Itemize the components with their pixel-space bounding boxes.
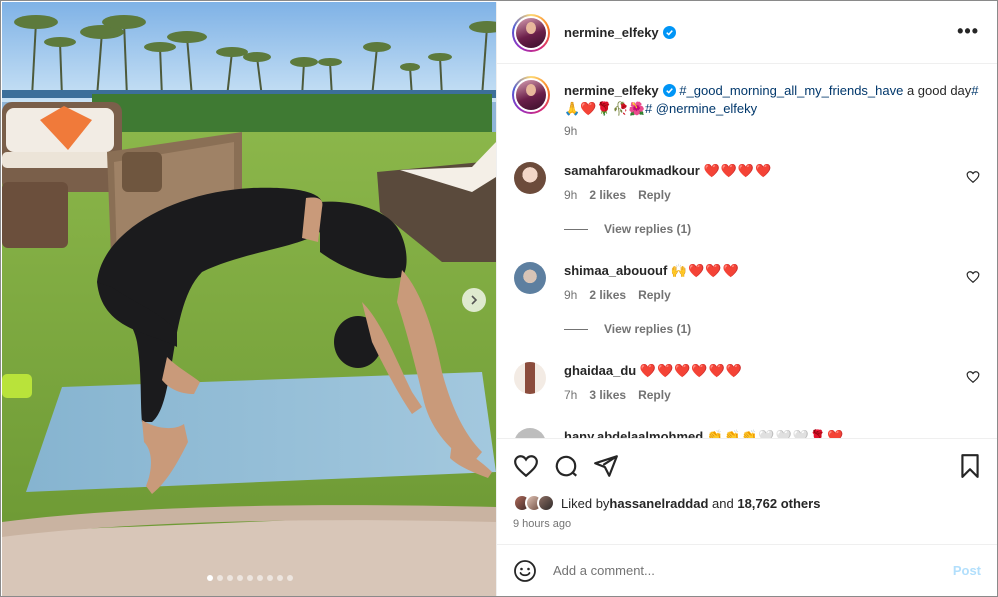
comment-text: ❤️❤️❤️❤️: [703, 163, 773, 178]
verified-badge-icon: [662, 26, 676, 39]
comment-time: 7h: [564, 388, 578, 402]
commenter-avatar[interactable]: [514, 262, 546, 294]
post-time-ago: 9 hours ago: [513, 518, 572, 530]
caption-mention[interactable]: @nermine_elfeky: [656, 101, 757, 116]
comment-text: 👏👏👏🤍🤍🤍🌹❤️: [706, 429, 845, 438]
verified-badge-icon: [662, 84, 676, 97]
caption-username[interactable]: nermine_elfeky: [564, 83, 659, 98]
caption-emojis: 🙏❤️🌹🥀🌺: [564, 101, 645, 116]
carousel-dot: [277, 575, 283, 581]
share-send-icon[interactable]: [593, 453, 619, 479]
chevron-right-icon: [471, 295, 478, 305]
caption-hashtag-3[interactable]: #: [645, 101, 652, 116]
commenter-username[interactable]: hany.abdelaalmohmed: [564, 429, 703, 438]
post-details-panel: nermine_elfeky ••• nermine_elfeky #_good…: [496, 2, 997, 596]
commenter-avatar[interactable]: [514, 162, 546, 194]
reply-button[interactable]: Reply: [638, 188, 671, 202]
comment-item: samahfaroukmadkour ❤️❤️❤️❤️ 9h 2 likes Rep…: [512, 162, 992, 262]
carousel-dot: [247, 575, 253, 581]
comment-time: 9h: [564, 288, 578, 302]
carousel-dot: [287, 575, 293, 581]
caption-text: nermine_elfeky #_good_morning_all_my_fri…: [564, 82, 984, 118]
view-replies-button[interactable]: View replies (1): [564, 322, 691, 336]
caption-hashtag[interactable]: #_good_morning_all_my_friends_have: [679, 83, 903, 98]
comment-text: ❤️❤️❤️❤️❤️❤️: [639, 363, 743, 378]
like-heart-icon[interactable]: [513, 453, 539, 479]
commenter-avatar[interactable]: [514, 428, 546, 438]
yoga-photo-image: [2, 2, 496, 596]
reply-button[interactable]: Reply: [638, 388, 671, 402]
carousel-dot: [217, 575, 223, 581]
carousel-indicator: [207, 575, 293, 581]
post-photo[interactable]: [2, 2, 496, 596]
emoji-smiley-icon[interactable]: [513, 559, 537, 583]
liked-by-others[interactable]: 18,762 others: [737, 496, 820, 511]
caption-body: a good day: [903, 83, 972, 98]
liked-by-user[interactable]: hassanelraddad: [609, 496, 708, 511]
comment-input[interactable]: [553, 563, 933, 578]
author-username[interactable]: nermine_elfeky: [564, 25, 676, 40]
comment-item: ghaidaa_du ❤️❤️❤️❤️❤️❤️ 7h 3 likes Reply: [512, 362, 992, 438]
comment-text: 🙌❤️❤️❤️: [670, 263, 740, 278]
likes-summary[interactable]: Liked by hassanelraddad and 18,762 other…: [513, 494, 820, 512]
commenter-username[interactable]: ghaidaa_du: [564, 363, 636, 378]
instagram-post-dialog: nermine_elfeky ••• nermine_elfeky #_good…: [0, 0, 998, 597]
caption-avatar[interactable]: [512, 76, 550, 114]
author-avatar[interactable]: [512, 13, 550, 52]
comment-item: shimaa_abououf 🙌❤️❤️❤️ 9h 2 likes Reply Vi…: [512, 262, 992, 362]
like-comment-heart-icon[interactable]: [966, 370, 980, 384]
comments-list[interactable]: nermine_elfeky #_good_morning_all_my_fri…: [497, 64, 997, 438]
like-comment-heart-icon[interactable]: [966, 170, 980, 184]
carousel-next-button[interactable]: [462, 288, 486, 312]
like-comment-heart-icon[interactable]: [966, 270, 980, 284]
commenter-avatar[interactable]: [514, 362, 546, 394]
comment-time: 9h: [564, 188, 578, 202]
commenter-username[interactable]: samahfaroukmadkour: [564, 163, 700, 178]
comment-bubble-icon[interactable]: [553, 453, 579, 479]
carousel-dot: [257, 575, 263, 581]
post-actions-bar: Liked by hassanelraddad and 18,762 other…: [497, 438, 997, 544]
post-header: nermine_elfeky •••: [497, 2, 997, 64]
more-options-icon[interactable]: •••: [957, 22, 979, 40]
comment-item: hany.abdelaalmohmed 👏👏👏🤍🤍🤍🌹❤️: [512, 428, 992, 438]
add-comment-bar: Post: [497, 544, 997, 596]
save-bookmark-icon[interactable]: [957, 453, 983, 479]
comment-likes[interactable]: 3 likes: [589, 388, 626, 402]
post-comment-button[interactable]: Post: [953, 563, 981, 578]
liked-by-prefix: Liked by: [561, 495, 610, 511]
carousel-dot: [207, 575, 213, 581]
caption-hashtag-2[interactable]: #: [971, 83, 978, 98]
commenter-username[interactable]: shimaa_abououf: [564, 263, 667, 278]
liker-avatars: [513, 494, 555, 512]
comment-likes[interactable]: 2 likes: [589, 288, 626, 302]
caption-timestamp: 9h: [564, 124, 578, 138]
comment-likes[interactable]: 2 likes: [589, 188, 626, 202]
carousel-dot: [237, 575, 243, 581]
liked-by-and: and: [708, 495, 738, 511]
view-replies-button[interactable]: View replies (1): [564, 222, 691, 236]
carousel-dot: [227, 575, 233, 581]
carousel-dot: [267, 575, 273, 581]
reply-button[interactable]: Reply: [638, 288, 671, 302]
